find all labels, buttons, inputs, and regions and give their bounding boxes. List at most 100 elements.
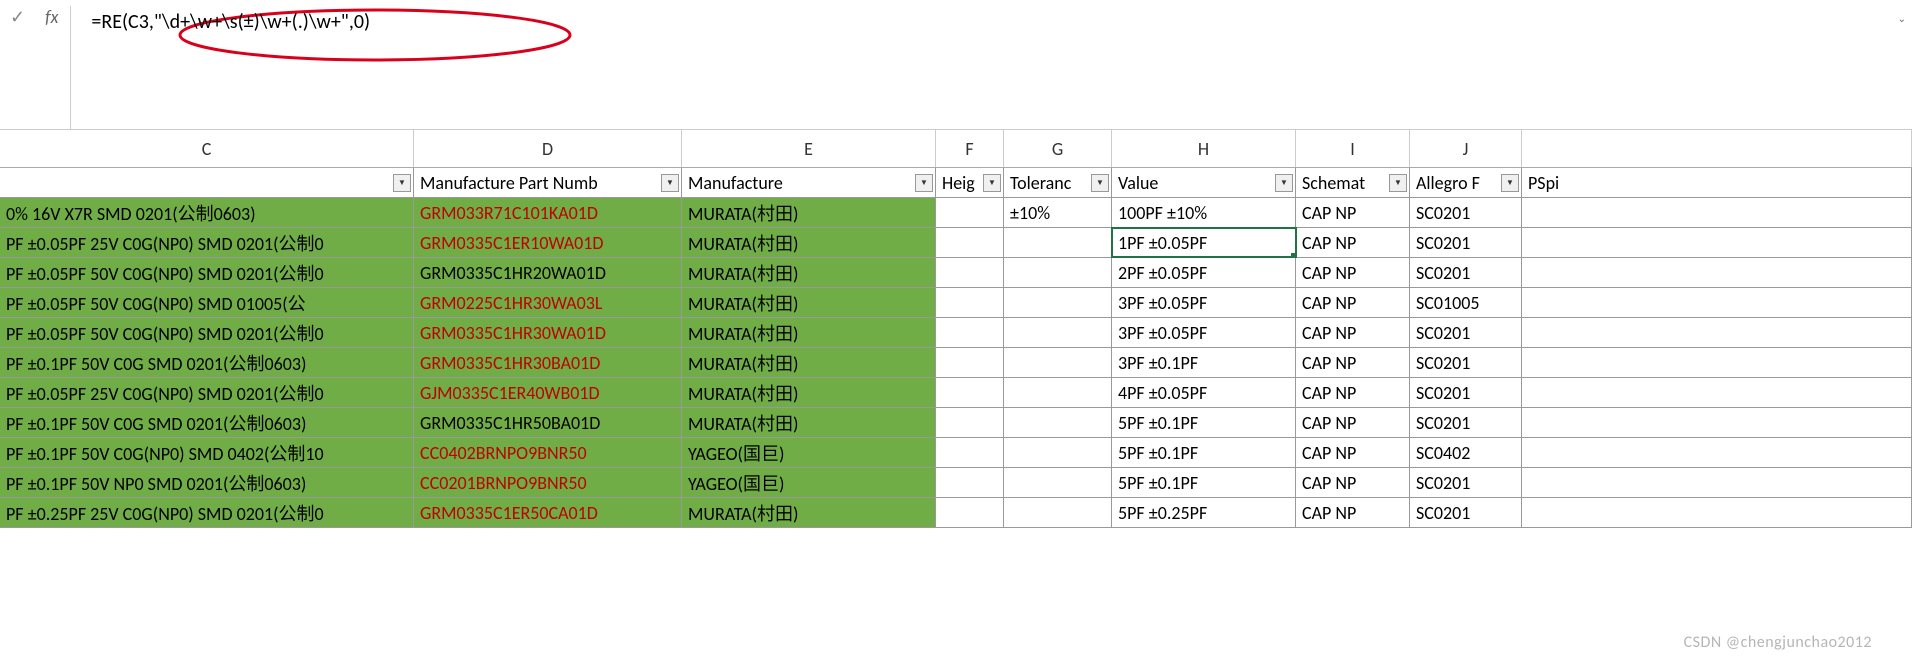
cell-schematic[interactable]: CAP NP [1296,498,1410,527]
cell-schematic[interactable]: CAP NP [1296,198,1410,227]
cell-allegro[interactable]: SC0201 [1410,318,1522,347]
cell-pspice[interactable] [1522,258,1912,287]
filter-arrow-icon[interactable]: ▼ [1275,174,1293,192]
cell-tolerance[interactable] [1004,318,1112,347]
filter-arrow-icon[interactable]: ▼ [915,174,933,192]
col-header-K[interactable] [1522,130,1912,167]
cell-manufacture[interactable]: MURATA(村田) [682,198,936,227]
cell-tolerance[interactable] [1004,258,1112,287]
col-header-D[interactable]: D [414,130,682,167]
cell-schematic[interactable]: CAP NP [1296,288,1410,317]
filter-arrow-icon[interactable]: ▼ [1091,174,1109,192]
cell-tolerance[interactable] [1004,498,1112,527]
cell-allegro[interactable]: SC0201 [1410,468,1522,497]
cell-description[interactable]: 0% 16V X7R SMD 0201(公制0603) [0,198,414,227]
col-header-H[interactable]: H [1112,130,1296,167]
cell-height[interactable] [936,318,1004,347]
cell-allegro[interactable]: SC0201 [1410,498,1522,527]
cell-height[interactable] [936,348,1004,377]
cell-description[interactable]: PF ±0.25PF 25V C0G(NP0) SMD 0201(公制0 [0,498,414,527]
header-F[interactable]: Heig ▼ [936,168,1004,197]
cell-manufacture[interactable]: MURATA(村田) [682,498,936,527]
cell-part-number[interactable]: GRM0335C1HR30WA01D [414,318,682,347]
cell-description[interactable]: PF ±0.05PF 50V C0G(NP0) SMD 0201(公制0 [0,318,414,347]
filter-arrow-icon[interactable]: ▼ [393,174,411,192]
cell-manufacture[interactable]: MURATA(村田) [682,258,936,287]
cell-height[interactable] [936,468,1004,497]
cell-height[interactable] [936,228,1004,257]
cell-description[interactable]: PF ±0.05PF 25V C0G(NP0) SMD 0201(公制0 [0,228,414,257]
cell-pspice[interactable] [1522,288,1912,317]
cell-manufacture[interactable]: YAGEO(国巨) [682,438,936,467]
cell-pspice[interactable] [1522,318,1912,347]
cell-value[interactable]: 3PF ±0.05PF [1112,288,1296,317]
cell-description[interactable]: PF ±0.05PF 50V C0G(NP0) SMD 0201(公制0 [0,258,414,287]
cell-pspice[interactable] [1522,198,1912,227]
cell-tolerance[interactable] [1004,228,1112,257]
cell-tolerance[interactable]: ±10% [1004,198,1112,227]
cell-schematic[interactable]: CAP NP [1296,258,1410,287]
cell-manufacture[interactable]: MURATA(村田) [682,408,936,437]
col-header-F[interactable]: F [936,130,1004,167]
cell-part-number[interactable]: GRM0335C1HR50BA01D [414,408,682,437]
cell-allegro[interactable]: SC0201 [1410,228,1522,257]
header-G[interactable]: Toleranc ▼ [1004,168,1112,197]
col-header-G[interactable]: G [1004,130,1112,167]
cell-pspice[interactable] [1522,468,1912,497]
cell-value[interactable]: 5PF ±0.1PF [1112,438,1296,467]
header-H[interactable]: Value ▼ [1112,168,1296,197]
cell-value[interactable]: 4PF ±0.05PF [1112,378,1296,407]
cell-schematic[interactable]: CAP NP [1296,318,1410,347]
cell-part-number[interactable]: GRM0335C1HR20WA01D [414,258,682,287]
header-J[interactable]: Allegro F ▼ [1410,168,1522,197]
cell-pspice[interactable] [1522,378,1912,407]
accept-icon[interactable]: ✓ [10,6,25,28]
cell-value[interactable]: 100PF ±10% [1112,198,1296,227]
cell-allegro[interactable]: SC0201 [1410,348,1522,377]
cell-allegro[interactable]: SC0402 [1410,438,1522,467]
cell-pspice[interactable] [1522,498,1912,527]
formula-input[interactable]: =RE(C3,"\d+\w+\s(±)\w+(.)\w+",0) [83,8,1900,36]
cell-description[interactable]: PF ±0.1PF 50V C0G SMD 0201(公制0603) [0,408,414,437]
cell-height[interactable] [936,288,1004,317]
cell-tolerance[interactable] [1004,378,1112,407]
cell-allegro[interactable]: SC01005 [1410,288,1522,317]
header-I[interactable]: Schemat ▼ [1296,168,1410,197]
cell-part-number[interactable]: GRM0335C1ER10WA01D [414,228,682,257]
cell-part-number[interactable]: GJM0335C1ER40WB01D [414,378,682,407]
cell-value[interactable]: 5PF ±0.25PF [1112,498,1296,527]
cell-allegro[interactable]: SC0201 [1410,408,1522,437]
cell-tolerance[interactable] [1004,348,1112,377]
cell-description[interactable]: PF ±0.05PF 25V C0G(NP0) SMD 0201(公制0 [0,378,414,407]
filter-arrow-icon[interactable]: ▼ [983,174,1001,192]
cell-value[interactable]: 2PF ±0.05PF [1112,258,1296,287]
cell-schematic[interactable]: CAP NP [1296,438,1410,467]
cell-tolerance[interactable] [1004,408,1112,437]
cell-manufacture[interactable]: MURATA(村田) [682,288,936,317]
cell-allegro[interactable]: SC0201 [1410,198,1522,227]
cell-schematic[interactable]: CAP NP [1296,378,1410,407]
cell-pspice[interactable] [1522,228,1912,257]
cell-pspice[interactable] [1522,408,1912,437]
cell-manufacture[interactable]: MURATA(村田) [682,318,936,347]
cell-part-number[interactable]: GRM0335C1HR30BA01D [414,348,682,377]
cell-schematic[interactable]: CAP NP [1296,228,1410,257]
cell-tolerance[interactable] [1004,468,1112,497]
cell-value[interactable]: 5PF ±0.1PF [1112,408,1296,437]
filter-arrow-icon[interactable]: ▼ [1501,174,1519,192]
cell-height[interactable] [936,258,1004,287]
cell-tolerance[interactable] [1004,438,1112,467]
header-C[interactable]: ▼ [0,168,414,197]
header-D[interactable]: Manufacture Part Numb ▼ [414,168,682,197]
col-header-I[interactable]: I [1296,130,1410,167]
cell-height[interactable] [936,408,1004,437]
cell-manufacture[interactable]: MURATA(村田) [682,348,936,377]
cell-height[interactable] [936,378,1004,407]
cell-description[interactable]: PF ±0.1PF 50V C0G SMD 0201(公制0603) [0,348,414,377]
cell-value[interactable]: 5PF ±0.1PF [1112,468,1296,497]
cell-value[interactable]: 3PF ±0.05PF [1112,318,1296,347]
cell-schematic[interactable]: CAP NP [1296,468,1410,497]
cell-value[interactable]: 1PF ±0.05PF [1112,228,1296,257]
fx-icon[interactable]: fx [45,6,58,28]
cell-schematic[interactable]: CAP NP [1296,408,1410,437]
